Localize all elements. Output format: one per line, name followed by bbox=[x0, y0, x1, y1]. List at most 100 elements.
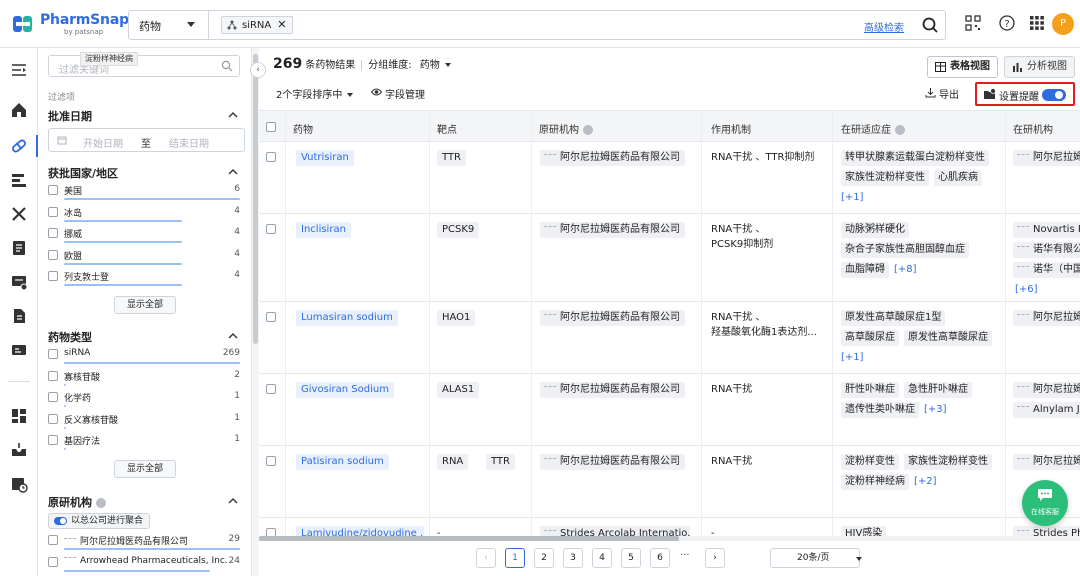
online-support-button[interactable]: 在线客服 bbox=[1022, 480, 1068, 526]
filter-option[interactable]: siRNA 269 bbox=[48, 346, 240, 366]
table-row[interactable]: Inclisiran PCSK9 阿尔尼拉姆医药品有限公司 RNA干扰 、 PCSK9抑… bbox=[259, 214, 1080, 302]
active-org-chip[interactable]: 阿尔尼拉姆 bbox=[1013, 150, 1080, 166]
document-icon[interactable] bbox=[9, 306, 29, 326]
indication-chip[interactable]: 急性肝卟啉症 bbox=[904, 382, 972, 398]
apps-grid-icon[interactable] bbox=[1028, 14, 1046, 32]
user-avatar[interactable]: P bbox=[1052, 13, 1074, 35]
sort-select[interactable]: 2个字段排序中 bbox=[276, 86, 354, 102]
table-horizontal-scrollbar[interactable] bbox=[259, 536, 1080, 541]
advanced-search-link[interactable]: 高级检索 bbox=[864, 19, 904, 34]
page-button[interactable]: 5 bbox=[621, 548, 641, 568]
drug-name-link[interactable]: Patisiran sodium bbox=[296, 454, 389, 470]
page-button[interactable]: 3 bbox=[563, 548, 583, 568]
table-view-tab[interactable]: 表格视图 bbox=[927, 56, 998, 78]
col-originator[interactable]: 原研机构 bbox=[539, 121, 593, 136]
originator-chip[interactable]: 阿尔尼拉姆医药品有限公司 bbox=[540, 382, 685, 398]
active-org-chip[interactable]: 阿尔尼拉姆 bbox=[1013, 310, 1080, 326]
brand-logo[interactable]: PharmSnap by patsnap bbox=[12, 12, 129, 38]
info-icon[interactable] bbox=[583, 125, 593, 135]
filter-checkbox[interactable] bbox=[48, 413, 58, 424]
col-drug[interactable]: 药物 bbox=[293, 121, 313, 136]
report-icon[interactable] bbox=[9, 238, 29, 258]
page-button[interactable]: 1 bbox=[505, 548, 525, 568]
indication-chip[interactable]: 家族性淀粉样变性 bbox=[841, 170, 929, 186]
analysis-view-tab[interactable]: 分析视图 bbox=[1004, 56, 1075, 78]
filter-option[interactable]: 基因疗法 1 bbox=[48, 432, 240, 452]
dashboard-icon[interactable] bbox=[9, 406, 29, 426]
filter-option[interactable]: 挪威 4 bbox=[48, 225, 240, 245]
filter-option[interactable]: 冰岛 4 bbox=[48, 204, 240, 224]
page-button[interactable]: 2 bbox=[534, 548, 554, 568]
approval-date-range[interactable]: 开始日期 至 结束日期 bbox=[48, 128, 245, 152]
table-row[interactable]: Lamivudine/zidovudine ... - Strides Arcola… bbox=[259, 518, 1080, 538]
active-org-chip[interactable]: 诺华（中国 bbox=[1013, 262, 1080, 278]
filter-option[interactable]: 欧盟 4 bbox=[48, 247, 240, 267]
active-org-chip[interactable]: Alnylam J bbox=[1013, 402, 1080, 418]
table-row[interactable]: Patisiran sodium RNA TTR 阿尔尼拉姆医药品有限公司 RNA干扰淀… bbox=[259, 446, 1080, 518]
indication-chip[interactable]: 家族性淀粉样变性 bbox=[904, 454, 992, 470]
filter-checkbox[interactable] bbox=[48, 392, 58, 402]
filter-keyword-input[interactable]: 过滤关键词 bbox=[48, 55, 240, 77]
filter-option[interactable]: 列支敦士登 4 bbox=[48, 268, 240, 288]
originator-chip[interactable]: 阿尔尼拉姆医药品有限公司 bbox=[540, 222, 685, 238]
indication-chip[interactable]: 原发性高草酸尿症 bbox=[904, 330, 992, 346]
aggregate-by-parent-toggle[interactable]: 以总公司进行聚合 bbox=[48, 513, 151, 529]
more-indications-link[interactable]: [+8] bbox=[894, 264, 917, 275]
indication-chip[interactable]: 动脉粥样硬化 bbox=[841, 222, 909, 238]
more-orgs-link[interactable]: [+6] bbox=[1015, 284, 1038, 295]
active-org-chip[interactable]: 阿尔尼拉姆 bbox=[1013, 382, 1080, 398]
filter-scrollbar[interactable] bbox=[252, 48, 259, 576]
target-chip[interactable]: RNA bbox=[437, 454, 469, 470]
country-show-all-button[interactable]: 显示全部 bbox=[114, 296, 176, 314]
table-row[interactable]: Lumasiran sodium HAO1 阿尔尼拉姆医药品有限公司 RNA干扰 、羟… bbox=[259, 302, 1080, 374]
remove-token-icon[interactable]: ✕ bbox=[277, 18, 286, 31]
more-indications-link[interactable]: [+2] bbox=[914, 476, 937, 487]
indication-chip[interactable]: 遗传性类卟啉症 bbox=[841, 402, 919, 418]
indication-chip[interactable]: 心肌疾病 bbox=[934, 170, 982, 186]
filter-checkbox[interactable] bbox=[48, 556, 58, 567]
expand-menu-icon[interactable] bbox=[9, 60, 29, 80]
filter-checkbox[interactable] bbox=[48, 206, 58, 217]
filter-option[interactable]: Arrowhead Pharmaceuticals, Inc. 24 bbox=[48, 554, 240, 574]
info-icon[interactable] bbox=[895, 125, 905, 135]
active-org-chip[interactable]: 诺华有限公 bbox=[1013, 242, 1080, 258]
field-manage-button[interactable]: 字段管理 bbox=[371, 86, 425, 101]
filter-checkbox[interactable] bbox=[48, 271, 58, 281]
col-active-org[interactable]: 在研机构 bbox=[1013, 121, 1053, 136]
drug-name-link[interactable]: Lumasiran sodium bbox=[296, 310, 398, 326]
search-icon[interactable] bbox=[921, 16, 939, 34]
target-chip[interactable]: ALAS1 bbox=[437, 382, 480, 398]
filter-checkbox[interactable] bbox=[48, 249, 58, 260]
chevron-up-icon[interactable] bbox=[228, 111, 238, 119]
help-icon[interactable]: ? bbox=[998, 14, 1016, 32]
indication-chip[interactable]: 肝性卟啉症 bbox=[841, 382, 899, 398]
deal-icon[interactable] bbox=[9, 272, 29, 292]
indication-chip[interactable]: 淀粉样变性 bbox=[841, 454, 899, 470]
chevron-up-icon[interactable] bbox=[228, 332, 238, 340]
filter-option[interactable]: 美国 6 bbox=[48, 182, 240, 202]
col-mechanism[interactable]: 作用机制 bbox=[711, 121, 751, 136]
alert-toggle-switch[interactable] bbox=[1042, 89, 1066, 101]
select-all-checkbox[interactable] bbox=[266, 122, 276, 132]
search-token[interactable]: siRNA ✕ bbox=[221, 16, 294, 34]
table-row[interactable]: Vutrisiran TTR 阿尔尼拉姆医药品有限公司 RNA干扰 、TTR抑制剂 转甲… bbox=[259, 142, 1080, 214]
id-card-icon[interactable] bbox=[9, 340, 29, 360]
indication-chip[interactable]: 原发性高草酸尿症1型 bbox=[841, 310, 946, 326]
more-indications-link[interactable]: [+1] bbox=[841, 192, 864, 203]
pipeline-icon[interactable] bbox=[9, 170, 29, 190]
filter-checkbox[interactable] bbox=[48, 185, 58, 195]
col-target[interactable]: 靶点 bbox=[437, 121, 457, 136]
drug-name-link[interactable]: Vutrisiran bbox=[296, 150, 354, 166]
row-checkbox[interactable] bbox=[266, 312, 276, 322]
set-alert-control[interactable]: 设置提醒 bbox=[975, 82, 1075, 106]
page-button[interactable]: 6 bbox=[650, 548, 670, 568]
page-button[interactable]: 4 bbox=[592, 548, 612, 568]
filter-checkbox[interactable] bbox=[48, 535, 58, 545]
indication-chip[interactable]: 血脂障碍 bbox=[841, 262, 889, 278]
export-button[interactable]: 导出 bbox=[925, 86, 959, 101]
target-chip[interactable]: TTR bbox=[486, 454, 515, 470]
target-chip[interactable]: TTR bbox=[437, 150, 466, 166]
col-indication[interactable]: 在研适应症 bbox=[841, 121, 905, 136]
filter-checkbox[interactable] bbox=[48, 370, 58, 381]
home-icon[interactable] bbox=[9, 100, 29, 120]
